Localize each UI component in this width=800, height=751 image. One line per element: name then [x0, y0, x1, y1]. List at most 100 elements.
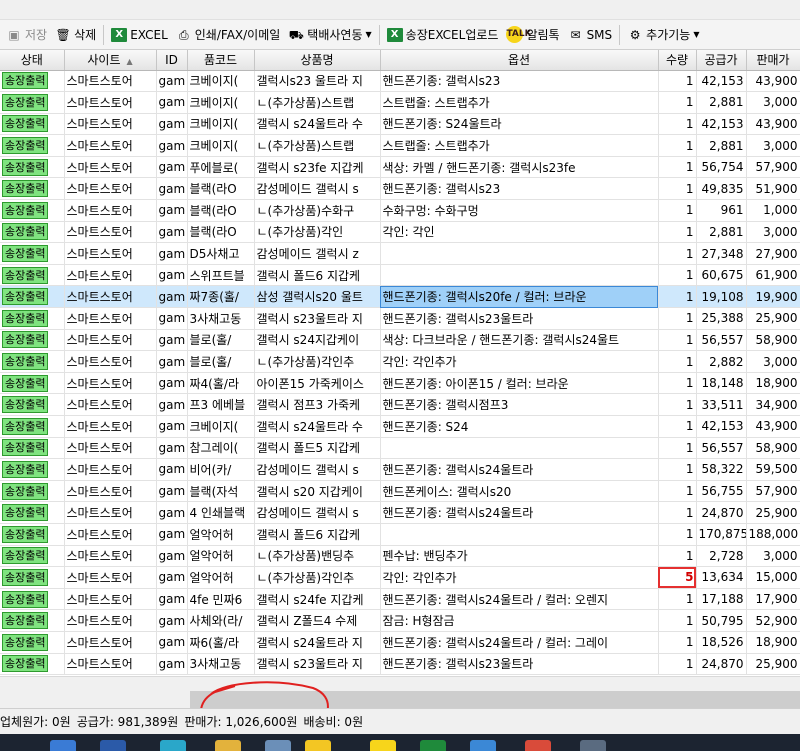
- product-name-cell[interactable]: 갤럭시 s24울트라 수: [254, 113, 381, 136]
- id-cell[interactable]: gam: [156, 329, 188, 352]
- table-row[interactable]: 송장출력 스마트스토어 gam 크베이지(갤럭시s23 울트라 지 핸드폰기종: 갤럭시…: [0, 70, 800, 93]
- id-cell[interactable]: gam: [156, 156, 188, 179]
- status-cell[interactable]: 송장출력: [0, 372, 65, 395]
- status-cell[interactable]: 송장출력: [0, 393, 65, 416]
- option-cell[interactable]: 핸드폰기종: S24울트라: [380, 113, 659, 136]
- table-row[interactable]: 송장출력 스마트스토어 gam 블랙(라O ㄴ(추가상품)각인 각인: 각인 1 2,881 3…: [0, 221, 800, 244]
- quantity-cell[interactable]: 1: [658, 199, 697, 222]
- status-cell[interactable]: 송장출력: [0, 653, 65, 676]
- product-name-cell[interactable]: 갤럭시 점프3 가죽케: [254, 393, 381, 416]
- status-cell[interactable]: 송장출력: [0, 415, 65, 438]
- product-name-cell[interactable]: ㄴ(추가상품)각인추: [254, 566, 381, 589]
- product-name-cell[interactable]: 삼성 갤럭시s20 울트: [254, 285, 381, 309]
- table-row[interactable]: 송장출력 스마트스토어 gam 블로(홀/ㄴ(추가상품)각인추 각인: 각인추가 1 2,8…: [0, 350, 800, 373]
- site-cell[interactable]: 스마트스토어: [64, 480, 157, 503]
- site-cell[interactable]: 스마트스토어: [64, 156, 157, 179]
- product-code-cell[interactable]: 푸에블로(: [187, 156, 255, 179]
- site-cell[interactable]: 스마트스토어: [64, 329, 157, 352]
- option-cell[interactable]: 핸드폰기종: 갤럭시s20fe / 컬러: 브라운: [380, 285, 659, 309]
- option-cell[interactable]: 핸드폰기종: 아이폰15 / 컬러: 브라운: [380, 372, 659, 395]
- site-cell[interactable]: 스마트스토어: [64, 91, 157, 114]
- column-header-sale-price[interactable]: 판매가: [746, 50, 800, 71]
- option-cell[interactable]: 핸드폰기종: 갤럭시s23울트라: [380, 653, 659, 676]
- product-code-cell[interactable]: 참그레이(: [187, 437, 255, 460]
- sale-price-cell[interactable]: 58,900: [746, 437, 800, 460]
- product-code-cell[interactable]: 블로(홀/: [187, 350, 255, 373]
- column-header-status[interactable]: 상태: [0, 50, 65, 71]
- alimtalk-button[interactable]: TALK 알림톡: [502, 23, 563, 47]
- quantity-cell[interactable]: 1: [658, 329, 697, 352]
- site-cell[interactable]: 스마트스토어: [64, 631, 157, 654]
- id-cell[interactable]: gam: [156, 545, 188, 568]
- id-cell[interactable]: gam: [156, 393, 188, 416]
- quantity-cell[interactable]: 1: [658, 480, 697, 503]
- site-cell[interactable]: 스마트스토어: [64, 653, 157, 676]
- site-cell[interactable]: 스마트스토어: [64, 221, 157, 244]
- product-name-cell[interactable]: 갤럭시 s20 지갑케이: [254, 480, 381, 503]
- option-cell[interactable]: 핸드폰기종: 갤럭시s23울트라: [380, 307, 659, 330]
- product-name-cell[interactable]: 갤럭시 s23울트라 지: [254, 307, 381, 330]
- product-name-cell[interactable]: ㄴ(추가상품)스트랩: [254, 134, 381, 157]
- status-cell[interactable]: 송장출력: [0, 134, 65, 157]
- product-code-cell[interactable]: 크베이지(: [187, 415, 255, 438]
- status-cell[interactable]: 송장출력: [0, 566, 65, 589]
- site-cell[interactable]: 스마트스토어: [64, 415, 157, 438]
- print-fax-email-button[interactable]: ⎙ 인쇄/FAX/이메일: [172, 23, 285, 47]
- id-cell[interactable]: gam: [156, 437, 188, 460]
- quantity-cell[interactable]: 1: [658, 501, 697, 524]
- sale-price-cell[interactable]: 1,000: [746, 199, 800, 222]
- quantity-cell[interactable]: 1: [658, 264, 697, 287]
- quantity-cell[interactable]: 1: [658, 372, 697, 395]
- table-row[interactable]: 송장출력 스마트스토어 gam 크베이지(갤럭시 s24울트라 수 핸드폰기종: S24…: [0, 415, 800, 438]
- supply-price-cell[interactable]: 2,728: [696, 545, 747, 568]
- option-cell[interactable]: [380, 437, 659, 460]
- product-code-cell[interactable]: 짜6(홀/라: [187, 631, 255, 654]
- status-cell[interactable]: 송장출력: [0, 631, 65, 654]
- product-code-cell[interactable]: 크베이지(: [187, 70, 255, 93]
- quantity-cell[interactable]: 1: [658, 523, 697, 546]
- site-cell[interactable]: 스마트스토어: [64, 285, 157, 309]
- id-cell[interactable]: gam: [156, 653, 188, 676]
- product-name-cell[interactable]: 갤럭시 Z폴드4 수제: [254, 609, 381, 632]
- sale-price-cell[interactable]: 61,900: [746, 264, 800, 287]
- status-cell[interactable]: 송장출력: [0, 70, 65, 93]
- status-cell[interactable]: 송장출력: [0, 350, 65, 373]
- product-name-cell[interactable]: 갤럭시 폴드6 지갑케: [254, 264, 381, 287]
- option-cell[interactable]: 핸드폰기종: 갤럭시s24울트라 / 컬러: 그레이: [380, 631, 659, 654]
- supply-price-cell[interactable]: 2,881: [696, 221, 747, 244]
- id-cell[interactable]: gam: [156, 221, 188, 244]
- product-code-cell[interactable]: 짜4(홀/라: [187, 372, 255, 395]
- product-name-cell[interactable]: ㄴ(추가상품)각인추: [254, 350, 381, 373]
- sale-price-cell[interactable]: 52,900: [746, 609, 800, 632]
- product-code-cell[interactable]: 블랙(라O: [187, 199, 255, 222]
- site-cell[interactable]: 스마트스토어: [64, 393, 157, 416]
- id-cell[interactable]: gam: [156, 264, 188, 287]
- sale-price-cell[interactable]: 51,900: [746, 177, 800, 201]
- product-code-cell[interactable]: 짜7종(홀/: [187, 285, 255, 309]
- table-row[interactable]: 송장출력 스마트스토어 gam D5사채고 감성메이드 갤럭시 z 1 27,348 27,9…: [0, 242, 800, 265]
- quantity-cell[interactable]: 1: [658, 156, 697, 179]
- sale-price-cell[interactable]: 3,000: [746, 545, 800, 568]
- id-cell[interactable]: gam: [156, 609, 188, 632]
- id-cell[interactable]: gam: [156, 480, 188, 503]
- product-name-cell[interactable]: 갤럭시 s24fe 지갑케: [254, 588, 381, 611]
- column-header-quantity[interactable]: 수량: [658, 50, 697, 71]
- sale-price-cell[interactable]: 25,900: [746, 307, 800, 330]
- option-cell[interactable]: 핸드폰케이스: 갤럭시s20: [380, 480, 659, 503]
- sale-price-cell[interactable]: 188,000: [746, 523, 800, 546]
- option-cell[interactable]: 수화구멍: 수화구멍: [380, 199, 659, 222]
- quantity-cell[interactable]: 1: [658, 177, 697, 201]
- table-row[interactable]: 송장출력 스마트스토어 gam 4fe 민짜6 갤럭시 s24fe 지갑케 핸드폰기종: …: [0, 588, 800, 611]
- order-grid[interactable]: 상태 사이트 ▲ ID 품코드 상품명 옵션 수량 공급가 판매가 송장출력 스마트…: [0, 50, 800, 676]
- product-code-cell[interactable]: 크베이지(: [187, 91, 255, 114]
- sale-price-cell[interactable]: 58,900: [746, 329, 800, 352]
- quantity-cell[interactable]: 1: [658, 458, 697, 481]
- site-cell[interactable]: 스마트스토어: [64, 523, 157, 546]
- extra-features-button[interactable]: ⚙ 추가기능 ▼: [623, 23, 703, 47]
- quantity-cell[interactable]: 1: [658, 221, 697, 244]
- product-name-cell[interactable]: 갤럭시 폴드6 지갑케: [254, 523, 381, 546]
- horizontal-scrollbar[interactable]: [0, 676, 800, 708]
- product-name-cell[interactable]: ㄴ(추가상품)밴딩추: [254, 545, 381, 568]
- status-cell[interactable]: 송장출력: [0, 156, 65, 179]
- supply-price-cell[interactable]: 18,526: [696, 631, 747, 654]
